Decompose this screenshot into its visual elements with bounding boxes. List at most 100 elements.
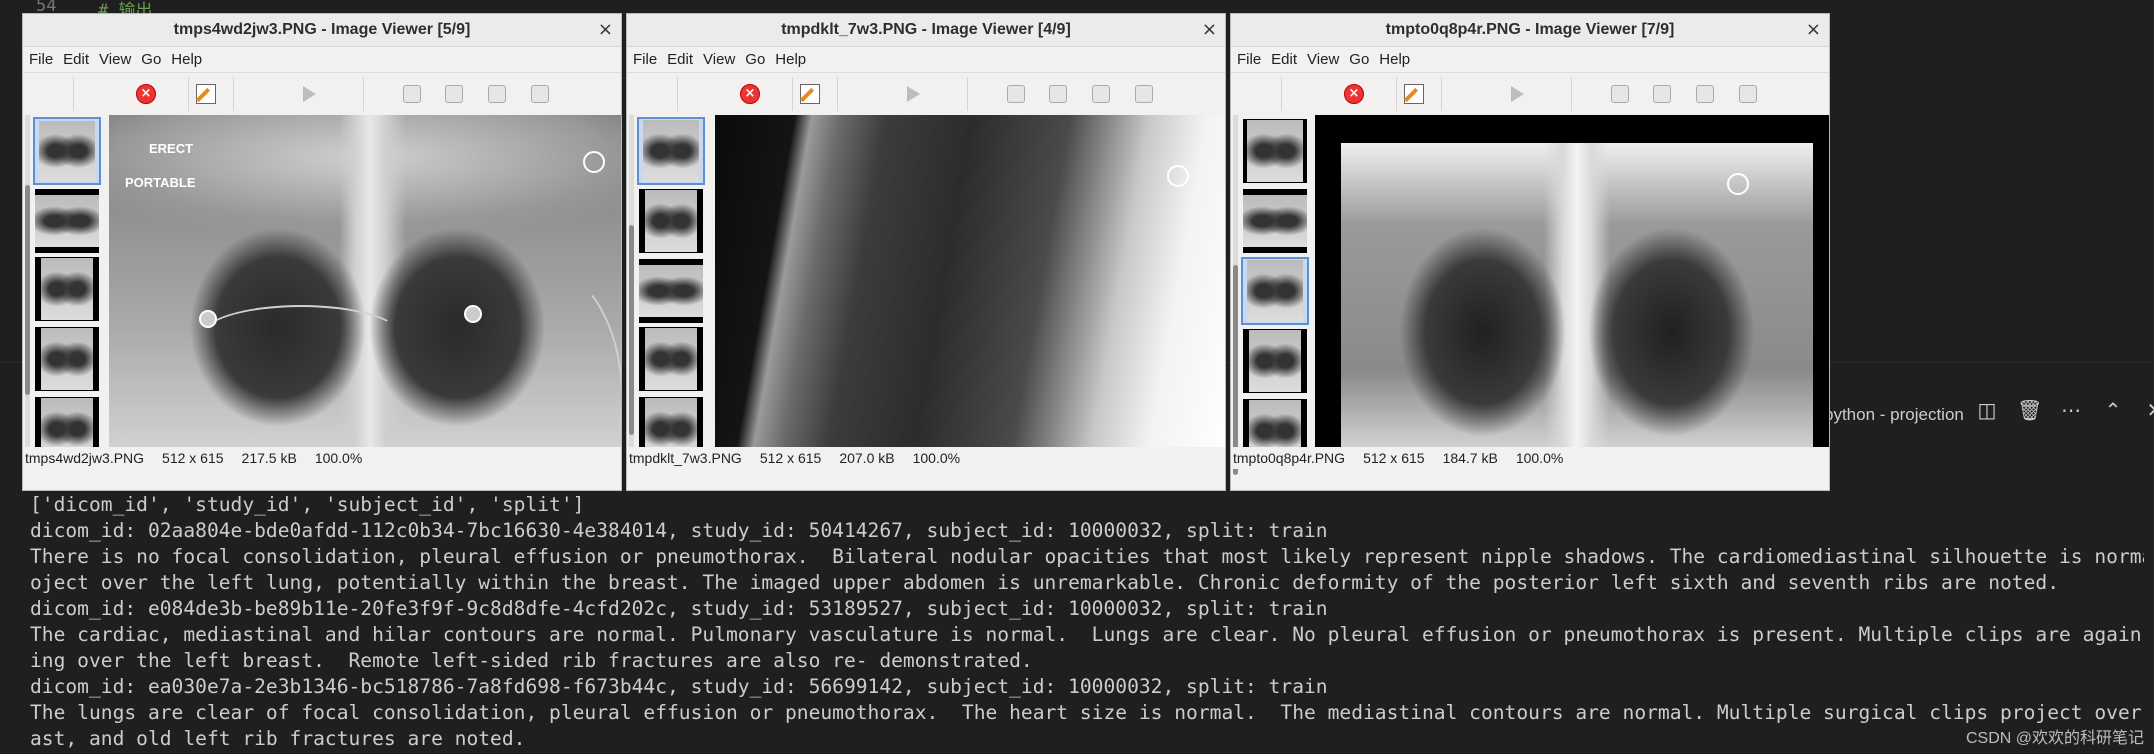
fit-button[interactable]	[1133, 83, 1155, 105]
main-image[interactable]	[1315, 115, 1829, 469]
terminal-title[interactable]: python - projection	[1824, 405, 1964, 425]
delete-button[interactable]: ×	[135, 83, 157, 105]
zoom-out-button[interactable]	[1047, 83, 1069, 105]
thumbnail[interactable]	[1241, 257, 1309, 325]
scrollbar-thumb[interactable]	[25, 185, 30, 395]
thumbnail[interactable]	[33, 117, 101, 185]
edit-icon	[800, 84, 820, 104]
delete-icon: ×	[1344, 84, 1364, 104]
terminal-line: dicom_id: 02aa804e-bde0afdd-112c0b34-7bc…	[30, 519, 1328, 542]
menu-help[interactable]: Help	[1379, 51, 1420, 68]
menubar: File Edit View Go Help	[23, 47, 621, 72]
thumbnail-image	[645, 190, 697, 252]
terminal-line: oject over the left lung, potentially wi…	[30, 571, 2059, 594]
titlebar[interactable]: tmpto0q8p4r.PNG - Image Viewer [7/9] ×	[1231, 14, 1829, 47]
menu-go[interactable]: Go	[745, 51, 775, 68]
more-icon[interactable]: ⋯	[2059, 398, 2083, 422]
titlebar[interactable]: tmps4wd2jw3.PNG - Image Viewer [5/9] ×	[23, 14, 621, 47]
zoom-in-button[interactable]	[401, 83, 423, 105]
separator	[363, 77, 364, 111]
terminal-line: ast, and old left rib fractures are note…	[30, 727, 526, 750]
thumbnail-strip[interactable]	[627, 115, 713, 469]
menu-help[interactable]: Help	[171, 51, 212, 68]
zoom-out-icon	[1653, 85, 1671, 103]
separator	[1571, 77, 1572, 111]
thumbnail[interactable]	[639, 189, 703, 253]
fit-button[interactable]	[1737, 83, 1759, 105]
slideshow-button[interactable]	[298, 83, 320, 105]
menu-go[interactable]: Go	[1349, 51, 1379, 68]
split-icon[interactable]: ◫	[1975, 398, 1999, 422]
edit-button[interactable]	[1403, 83, 1425, 105]
titlebar[interactable]: tmpdklt_7w3.PNG - Image Viewer [4/9] ×	[627, 14, 1225, 47]
thumbnail[interactable]	[637, 117, 705, 185]
thumbnail-image	[41, 258, 93, 320]
main-image[interactable]: ERECT PORTABLE	[109, 115, 621, 469]
terminal-output[interactable]: ['dicom_id', 'study_id', 'subject_id', '…	[30, 492, 2144, 752]
status-zoom: 100.0%	[912, 450, 961, 466]
thumbnail[interactable]	[35, 257, 99, 321]
thumbnail-image	[645, 328, 697, 390]
zoom-in-icon	[403, 85, 421, 103]
window-title: tmpdklt_7w3.PNG - Image Viewer [4/9]	[781, 21, 1071, 38]
play-icon	[906, 86, 920, 102]
scrollbar[interactable]	[629, 115, 634, 469]
menu-file[interactable]: File	[1237, 51, 1271, 68]
zoom-out-button[interactable]	[443, 83, 465, 105]
scrollbar[interactable]	[1233, 115, 1238, 475]
menu-edit[interactable]: Edit	[1271, 51, 1307, 68]
separator	[188, 77, 189, 111]
terminal-line: ['dicom_id', 'study_id', 'subject_id', '…	[30, 493, 585, 516]
menu-file[interactable]: File	[633, 51, 667, 68]
menu-view[interactable]: View	[1307, 51, 1349, 68]
close-icon[interactable]: ✕	[2143, 398, 2154, 422]
marker-icon	[1727, 173, 1749, 195]
menu-edit[interactable]: Edit	[63, 51, 99, 68]
edit-button[interactable]	[195, 83, 217, 105]
delete-button[interactable]: ×	[1343, 83, 1365, 105]
slideshow-button[interactable]	[902, 83, 924, 105]
separator	[677, 77, 678, 111]
menu-view[interactable]: View	[703, 51, 745, 68]
status-dimensions: 512 x 615	[759, 450, 822, 466]
scrollbar-thumb[interactable]	[1233, 265, 1238, 475]
thumbnail[interactable]	[1243, 189, 1307, 253]
close-icon[interactable]: ×	[1202, 19, 1217, 40]
zoom-in-button[interactable]	[1609, 83, 1631, 105]
thumbnail[interactable]	[1243, 329, 1307, 393]
thumbnail-image	[35, 195, 99, 247]
zoom-in-button[interactable]	[1005, 83, 1027, 105]
normal-size-button[interactable]	[1694, 83, 1716, 105]
thumbnail[interactable]	[35, 189, 99, 253]
thumbnail-strip[interactable]	[23, 115, 109, 469]
close-icon[interactable]: ×	[1806, 19, 1821, 40]
thumbnail[interactable]	[639, 259, 703, 323]
scrollbar-thumb[interactable]	[629, 225, 634, 435]
thumbnail[interactable]	[35, 327, 99, 391]
chevron-up-icon[interactable]: ⌃	[2101, 398, 2125, 422]
toolbar: ×	[23, 72, 621, 116]
zoom-out-button[interactable]	[1651, 83, 1673, 105]
normal-size-button[interactable]	[486, 83, 508, 105]
terminal-line: There is no focal consolidation, pleural…	[30, 545, 2144, 568]
trash-icon[interactable]: 🗑	[2017, 398, 2042, 422]
thumbnail[interactable]	[639, 327, 703, 391]
menu-view[interactable]: View	[99, 51, 141, 68]
fit-icon	[1135, 85, 1153, 103]
menu-go[interactable]: Go	[141, 51, 171, 68]
menu-file[interactable]: File	[29, 51, 63, 68]
fit-icon	[531, 85, 549, 103]
close-icon[interactable]: ×	[598, 19, 613, 40]
menu-help[interactable]: Help	[775, 51, 816, 68]
edit-button[interactable]	[799, 83, 821, 105]
normal-size-button[interactable]	[1090, 83, 1112, 105]
statusbar: tmpto0q8p4r.PNG 512 x 615 184.7 kB 100.0…	[1231, 447, 1829, 469]
menu-edit[interactable]: Edit	[667, 51, 703, 68]
delete-button[interactable]: ×	[739, 83, 761, 105]
scrollbar[interactable]	[25, 115, 30, 469]
slideshow-button[interactable]	[1506, 83, 1528, 105]
thumbnail[interactable]	[1243, 119, 1307, 183]
main-image[interactable]	[715, 115, 1225, 469]
fit-button[interactable]	[529, 83, 551, 105]
thumbnail-strip[interactable]	[1231, 115, 1317, 475]
